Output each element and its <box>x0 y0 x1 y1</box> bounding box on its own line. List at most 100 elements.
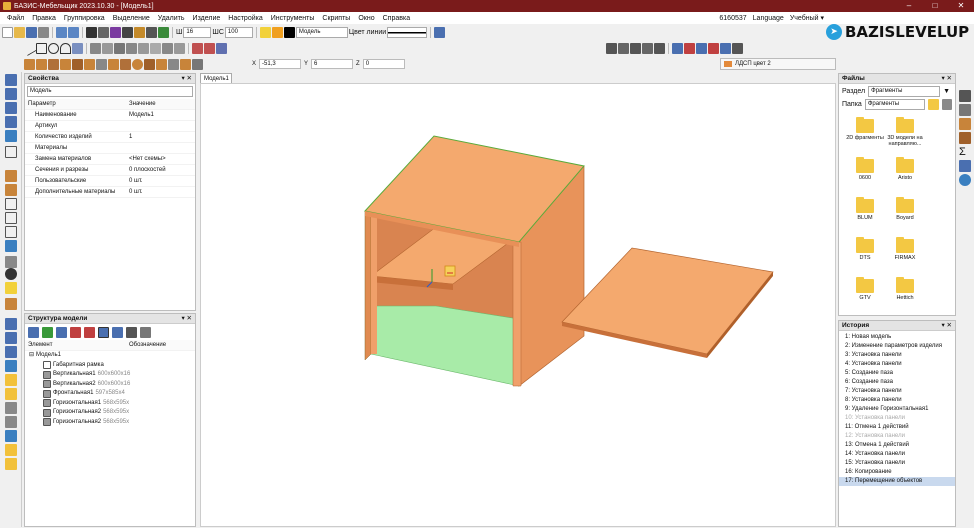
view-iso-icon[interactable] <box>654 43 665 54</box>
circle-tool-icon[interactable] <box>48 43 59 54</box>
edit-tool-2-icon[interactable] <box>102 43 113 54</box>
edit-tool-5-icon[interactable] <box>138 43 149 54</box>
drawer-icon[interactable] <box>72 59 83 70</box>
folder-item[interactable]: BLUM <box>843 197 887 221</box>
property-value[interactable]: Модель1 <box>129 110 195 120</box>
property-value[interactable] <box>129 143 195 153</box>
history-item[interactable]: 14: Установка панели <box>839 450 955 459</box>
rs-tool-1-icon[interactable] <box>959 90 971 102</box>
strip-tool-8-icon[interactable] <box>5 298 17 310</box>
section-dropdown-icon[interactable]: ▼ <box>943 88 950 95</box>
history-item[interactable]: 15: Установка панели <box>839 459 955 468</box>
menu-help[interactable]: Справка <box>379 15 414 22</box>
folder-item[interactable]: DTS <box>843 237 887 261</box>
sphere-icon[interactable] <box>132 59 143 70</box>
polyline-tool-icon[interactable] <box>72 43 83 54</box>
folder-combo[interactable]: Фрагменты <box>864 99 926 110</box>
rs-tool-2-icon[interactable] <box>959 104 971 116</box>
folder-item[interactable]: GTV <box>843 277 887 301</box>
layer-combo[interactable]: Модель <box>295 27 348 38</box>
print-preview-icon[interactable] <box>732 43 743 54</box>
menu-file[interactable]: Файл <box>3 15 28 22</box>
files-controls[interactable]: ▾ ✕ <box>941 74 952 84</box>
property-value[interactable]: <Нет схемы> <box>129 154 195 164</box>
language-menu[interactable]: Language <box>753 15 784 22</box>
array-icon[interactable] <box>216 43 227 54</box>
tree-tool-4-icon[interactable] <box>70 326 81 338</box>
folder-item[interactable]: 2D фрагменты <box>843 117 887 141</box>
menu-select[interactable]: Выделение <box>109 15 154 22</box>
groove-icon[interactable] <box>168 59 179 70</box>
help-icon[interactable] <box>434 27 446 38</box>
hole-icon[interactable] <box>192 59 203 70</box>
property-row[interactable]: Количество изделий 1 <box>25 132 195 143</box>
strip-tool-2-icon[interactable] <box>5 88 17 100</box>
property-value[interactable]: 0 шт. <box>129 187 195 197</box>
tree-tool-8-icon[interactable] <box>126 326 137 338</box>
properties-controls[interactable]: ▾ ✕ <box>181 74 192 84</box>
strip-tool-9-icon[interactable] <box>5 318 17 330</box>
property-value[interactable]: 0 шт. <box>129 176 195 186</box>
search-icon[interactable] <box>941 99 953 110</box>
tree-tool-6-icon[interactable] <box>98 326 109 338</box>
bottom-highlight[interactable] <box>370 305 520 387</box>
width-combo[interactable]: 16 <box>183 27 212 38</box>
strip-panel-1-icon[interactable] <box>5 170 17 182</box>
history-item[interactable]: 11: Отмена 1 действий <box>839 423 955 432</box>
3d-viewport[interactable] <box>200 83 836 527</box>
property-row[interactable]: Замена материалов <Нет схемы> <box>25 154 195 165</box>
folder-item[interactable]: FIRMAX <box>883 237 927 261</box>
line-tool-icon[interactable] <box>21 40 38 57</box>
render-icon[interactable] <box>684 43 695 54</box>
strip-tool-18-icon[interactable] <box>5 444 17 456</box>
menu-window[interactable]: Окно <box>354 15 378 22</box>
strip-panel-2-icon[interactable] <box>5 184 17 196</box>
view-right-icon[interactable] <box>642 43 653 54</box>
grid-icon[interactable] <box>98 27 109 38</box>
box-icon[interactable] <box>156 59 167 70</box>
tree-tool-2-icon[interactable] <box>42 326 53 338</box>
rs-tool-5-icon[interactable] <box>959 160 971 172</box>
menu-settings[interactable]: Настройка <box>224 15 266 22</box>
strip-tool-3-icon[interactable] <box>5 102 17 114</box>
property-row[interactable]: Артикул <box>25 121 195 132</box>
magnet-icon[interactable] <box>110 27 121 38</box>
arc-tool-icon[interactable] <box>60 43 71 54</box>
history-item[interactable]: 8: Установка панели <box>839 396 955 405</box>
rs-tool-4-icon[interactable] <box>959 132 971 144</box>
fitting-icon[interactable] <box>96 59 107 70</box>
history-item[interactable]: 7: Установка панели <box>839 387 955 396</box>
edit-tool-4-icon[interactable] <box>126 43 137 54</box>
edit-tool-7-icon[interactable] <box>162 43 173 54</box>
history-item[interactable]: 9: Удаление Горизонтальная1 <box>839 405 955 414</box>
shade-icon[interactable] <box>696 43 707 54</box>
strip-tool-12-icon[interactable] <box>5 360 17 372</box>
rotate-icon[interactable] <box>5 146 17 158</box>
strip-tool-14-icon[interactable] <box>5 388 17 400</box>
property-row[interactable]: Пользовательские 0 шт. <box>25 176 195 187</box>
z-input[interactable]: 0 <box>362 59 405 69</box>
strip-tool-19-icon[interactable] <box>5 458 17 470</box>
x-input[interactable]: -51,3 <box>259 59 302 69</box>
history-item[interactable]: 6: Создание паза <box>839 378 955 387</box>
property-value[interactable] <box>129 121 195 131</box>
save-icon[interactable] <box>26 27 37 38</box>
mirror-icon[interactable] <box>204 43 215 54</box>
transform-icon[interactable] <box>192 43 203 54</box>
print-icon[interactable] <box>38 27 49 38</box>
strip-tool-1-icon[interactable] <box>5 74 17 86</box>
tree-tool-7-icon[interactable] <box>112 326 123 338</box>
history-item[interactable]: 3: Установка панели <box>839 351 955 360</box>
menu-delete[interactable]: Удалить <box>154 15 189 22</box>
left-side-panel[interactable] <box>364 210 372 361</box>
strip-tool-4-icon[interactable] <box>5 116 17 128</box>
panel-horizontal-icon[interactable] <box>36 59 47 70</box>
strip-grid-icon[interactable] <box>5 240 17 252</box>
menu-product[interactable]: Изделие <box>189 15 225 22</box>
edit-tool-3-icon[interactable] <box>114 43 125 54</box>
profile-icon[interactable] <box>108 59 119 70</box>
strip-tool-5-icon[interactable] <box>5 130 17 142</box>
history-item[interactable]: 16: Копирование <box>839 468 955 477</box>
menu-group[interactable]: Группировка <box>60 15 109 22</box>
panel-vertical-icon[interactable] <box>24 59 35 70</box>
